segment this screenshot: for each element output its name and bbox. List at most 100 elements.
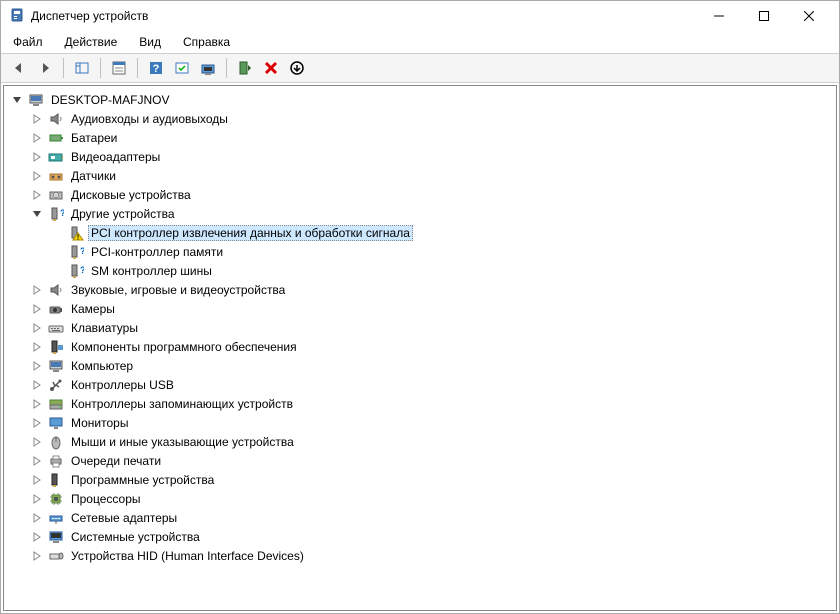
expand-icon[interactable] <box>30 131 44 145</box>
toolbar-separator <box>63 58 64 78</box>
collapse-icon[interactable] <box>30 207 44 221</box>
tree-category[interactable]: Очереди печати <box>4 451 836 470</box>
expand-icon[interactable] <box>10 93 24 107</box>
tree-node-label: PCI контроллер извлечения данных и обраб… <box>88 225 413 241</box>
tree-category[interactable]: Аудиовходы и аудиовыходы <box>4 109 836 128</box>
properties-button[interactable] <box>107 56 131 80</box>
tree-category[interactable]: Мыши и иные указывающие устройства <box>4 432 836 451</box>
unknown-device-icon: ? <box>68 263 84 279</box>
maximize-button[interactable] <box>741 1 786 31</box>
minimize-button[interactable] <box>696 1 741 31</box>
show-hide-tree-button[interactable] <box>70 56 94 80</box>
expand-icon[interactable] <box>30 454 44 468</box>
tree-category[interactable]: Контроллеры запоминающих устройств <box>4 394 836 413</box>
toolbar-separator <box>137 58 138 78</box>
tree-device-selected[interactable]: ! PCI контроллер извлечения данных и обр… <box>4 223 836 242</box>
expand-icon[interactable] <box>30 492 44 506</box>
firmware-icon <box>48 472 64 488</box>
expand-icon[interactable] <box>30 416 44 430</box>
tree-node-label: Системные устройства <box>68 529 203 545</box>
svg-text:?: ? <box>80 246 84 256</box>
tree-root[interactable]: DESKTOP-MAFJNOV <box>4 90 836 109</box>
menu-view[interactable]: Вид <box>135 33 165 51</box>
software-icon <box>48 339 64 355</box>
sensor-icon <box>48 168 64 184</box>
tree-category[interactable]: Дисковые устройства <box>4 185 836 204</box>
tree-category[interactable]: Системные устройства <box>4 527 836 546</box>
mouse-icon <box>48 434 64 450</box>
tree-device[interactable]: ? PCI-контроллер памяти <box>4 242 836 261</box>
tree-category[interactable]: Датчики <box>4 166 836 185</box>
expand-icon[interactable] <box>30 473 44 487</box>
tree-category[interactable]: Камеры <box>4 299 836 318</box>
expand-icon[interactable] <box>30 283 44 297</box>
camera-icon <box>48 301 64 317</box>
expand-icon[interactable] <box>30 321 44 335</box>
tree-node-label: Контроллеры запоминающих устройств <box>68 396 296 412</box>
expand-icon[interactable] <box>30 112 44 126</box>
tree-category[interactable]: Мониторы <box>4 413 836 432</box>
expand-icon[interactable] <box>30 378 44 392</box>
usb-icon <box>48 377 64 393</box>
expand-icon[interactable] <box>30 530 44 544</box>
toolbar: ? <box>1 53 839 83</box>
update-driver-button[interactable] <box>196 56 220 80</box>
tree-category[interactable]: Компьютер <box>4 356 836 375</box>
menu-help[interactable]: Справка <box>179 33 234 51</box>
tree-category[interactable]: Батареи <box>4 128 836 147</box>
menu-action[interactable]: Действие <box>61 33 122 51</box>
svg-text:!: ! <box>77 234 79 241</box>
tree-device[interactable]: ? SM контроллер шины <box>4 261 836 280</box>
enable-device-button[interactable] <box>233 56 257 80</box>
tree-node-label: Аудиовходы и аудиовыходы <box>68 111 231 127</box>
expand-icon[interactable] <box>30 511 44 525</box>
printer-icon <box>48 453 64 469</box>
hid-icon <box>48 548 64 564</box>
tree-node-label: PCI-контроллер памяти <box>88 244 226 260</box>
tree-node-label: Мониторы <box>68 415 131 431</box>
storage-icon <box>48 396 64 412</box>
tree-category[interactable]: Программные устройства <box>4 470 836 489</box>
uninstall-device-button[interactable] <box>259 56 283 80</box>
tree-node-label: Процессоры <box>68 491 144 507</box>
scan-hardware-button[interactable] <box>170 56 194 80</box>
tree-category[interactable]: Компоненты программного обеспечения <box>4 337 836 356</box>
tree-category[interactable]: Контроллеры USB <box>4 375 836 394</box>
expand-icon[interactable] <box>30 150 44 164</box>
app-icon <box>9 8 25 24</box>
disable-device-button[interactable] <box>285 56 309 80</box>
forward-button[interactable] <box>33 56 57 80</box>
svg-text:?: ? <box>80 265 84 275</box>
unknown-device-icon: ? <box>48 206 64 222</box>
device-tree[interactable]: DESKTOP-MAFJNOV Аудиовходы и аудиовыходы… <box>3 85 837 611</box>
expand-icon[interactable] <box>30 169 44 183</box>
tree-category[interactable]: Звуковые, игровые и видеоустройства <box>4 280 836 299</box>
speaker-icon <box>48 282 64 298</box>
no-expand-icon <box>50 264 64 278</box>
back-button[interactable] <box>7 56 31 80</box>
expand-icon[interactable] <box>30 397 44 411</box>
expand-icon[interactable] <box>30 359 44 373</box>
expand-icon[interactable] <box>30 435 44 449</box>
tree-node-label: Мыши и иные указывающие устройства <box>68 434 297 450</box>
expand-icon[interactable] <box>30 549 44 563</box>
tree-node-label: Батареи <box>68 130 120 146</box>
tree-category[interactable]: Видеоадаптеры <box>4 147 836 166</box>
expand-icon[interactable] <box>30 188 44 202</box>
help-button[interactable]: ? <box>144 56 168 80</box>
tree-category-other[interactable]: ? Другие устройства <box>4 204 836 223</box>
tree-node-label: Компоненты программного обеспечения <box>68 339 300 355</box>
expand-icon[interactable] <box>30 340 44 354</box>
svg-text:?: ? <box>60 208 64 218</box>
menu-file[interactable]: Файл <box>9 33 47 51</box>
tree-category[interactable]: Клавиатуры <box>4 318 836 337</box>
tree-category[interactable]: Процессоры <box>4 489 836 508</box>
close-button[interactable] <box>786 1 831 31</box>
cpu-icon <box>48 491 64 507</box>
computer-icon <box>48 358 64 374</box>
window-buttons <box>696 1 831 31</box>
expand-icon[interactable] <box>30 302 44 316</box>
tree-category[interactable]: Сетевые адаптеры <box>4 508 836 527</box>
tree-node-label: Устройства HID (Human Interface Devices) <box>68 548 307 564</box>
tree-category[interactable]: Устройства HID (Human Interface Devices) <box>4 546 836 565</box>
